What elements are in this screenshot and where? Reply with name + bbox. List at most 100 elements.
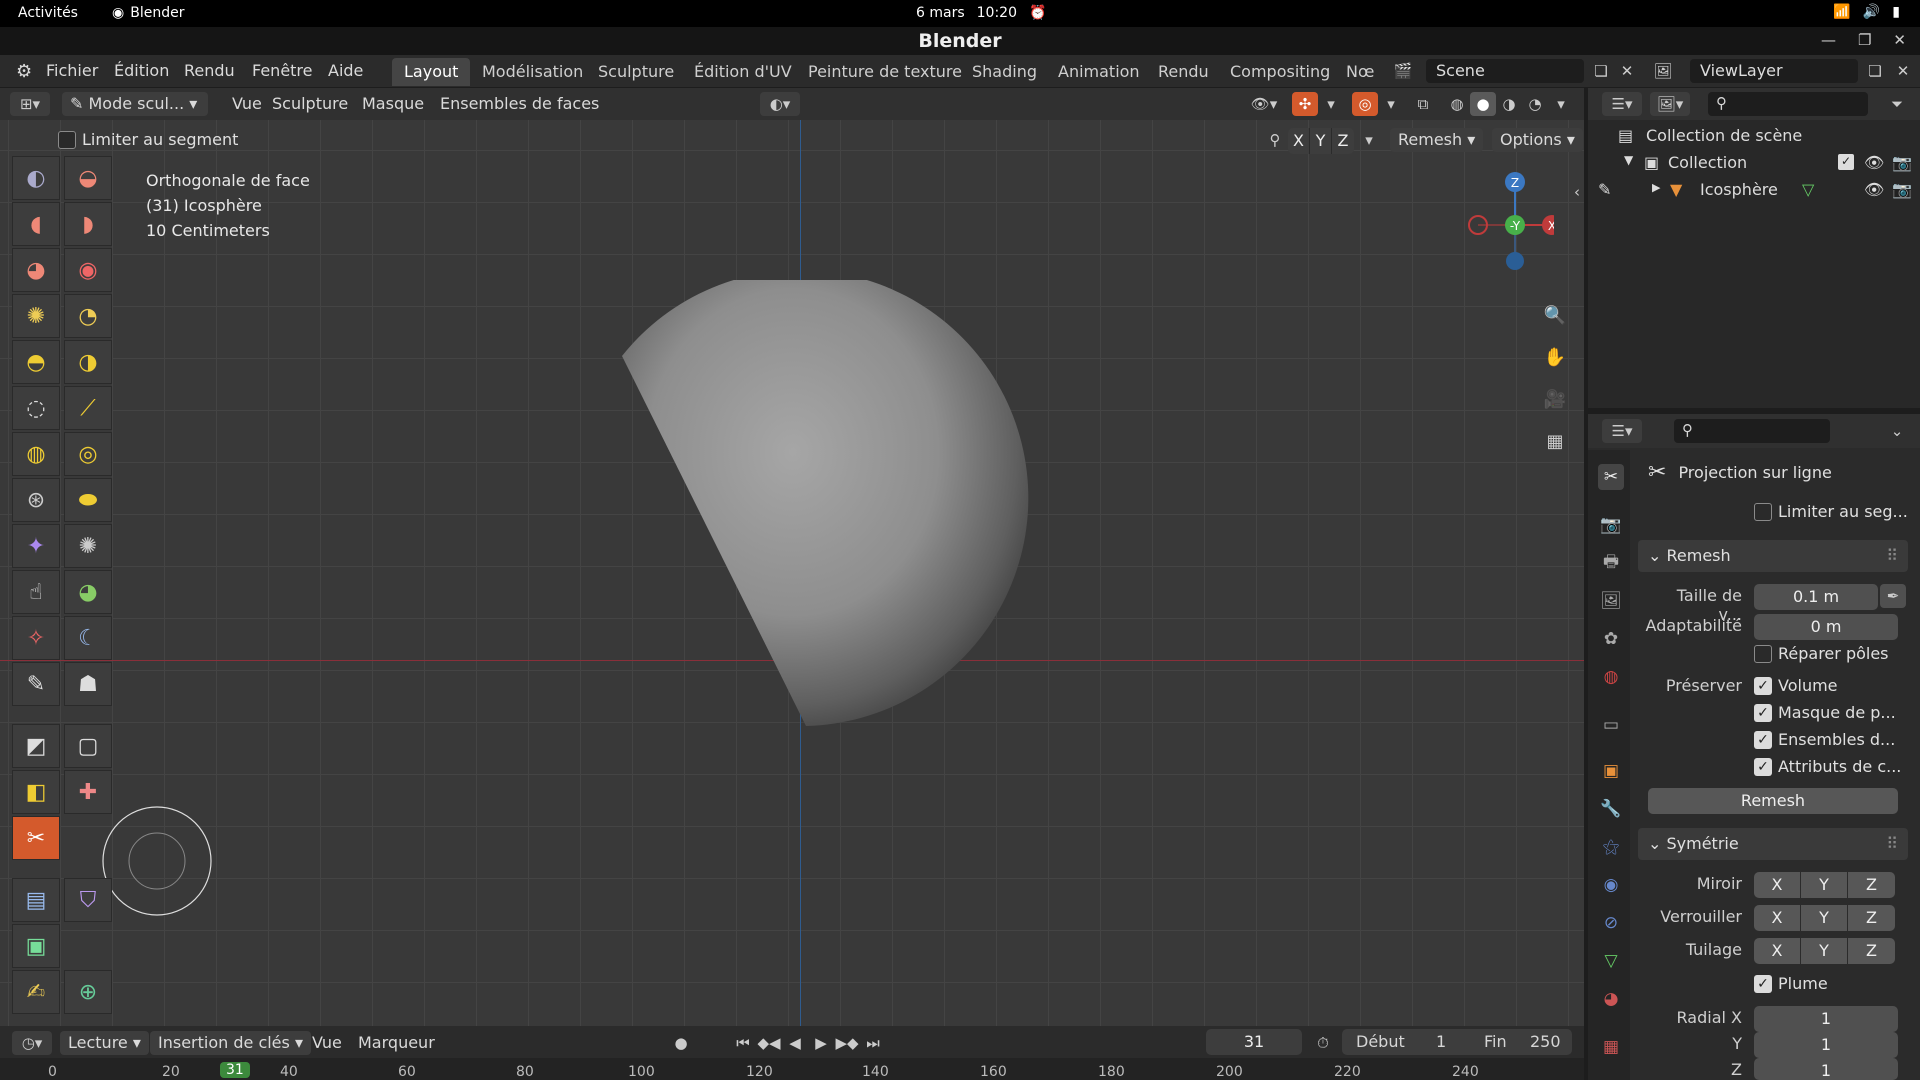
particles-tab-icon[interactable]: ⚝ [1598,834,1624,860]
prev-keyframe-icon[interactable]: ◆◀ [756,1031,782,1055]
tiling-axes[interactable]: X Y Z [1754,938,1895,964]
view-layer-tab-icon[interactable]: 🖼 [1598,588,1624,614]
gizmo-toggle-icon[interactable]: ✣ [1292,92,1318,116]
overlay-dropdown-icon[interactable]: ▾ [1378,92,1404,116]
tab-modelisation[interactable]: Modélisation [470,58,595,86]
preserve-facesets-checkbox[interactable]: ✓ Ensembles d... [1754,730,1895,749]
tool-blob[interactable]: ◔ [64,294,112,338]
tool-slide-relax[interactable]: ✎ [12,662,60,706]
tool-grab[interactable]: ⬬ [64,478,112,522]
tool-draw-sharp[interactable]: ◒ [64,156,112,200]
preview-range-icon[interactable]: ⏱ [1310,1031,1336,1055]
current-frame-field[interactable]: 31 [1206,1029,1302,1055]
system-tray[interactable]: 📶 🔊 ▮ [1833,4,1900,20]
display-mode-icon[interactable]: 🖼▾ [1650,92,1690,116]
3d-viewport[interactable]: Limiter au segment ⚲ X Y Z ▾ Remesh ▾ Op… [0,120,1584,1026]
limit-segment-checkbox[interactable]: Limiter au segment [58,130,238,149]
properties-editor-type-icon[interactable]: ☰▾ [1602,419,1642,443]
eye-icon[interactable]: 👁 [1864,153,1884,172]
drag-handle-icon[interactable]: ⠿ [1886,834,1898,853]
render-tab-icon[interactable]: 📷 [1598,512,1624,538]
tool-box-hide[interactable]: ◧ [12,770,60,814]
tab-rendu[interactable]: Rendu [1146,58,1221,86]
tool-pose[interactable]: ◕ [64,570,112,614]
menu-aide[interactable]: Aide [322,59,369,82]
render-camera-icon[interactable]: 📷 [1892,180,1912,199]
menu-vue[interactable]: Vue [224,92,270,116]
tiling-z-button[interactable]: Z [1848,938,1895,964]
physics-tab-icon[interactable]: ◉ [1598,872,1624,898]
tool-multiplane[interactable]: ◎ [64,432,112,476]
tool-nudge[interactable]: ✧ [12,616,60,660]
tab-compositing[interactable]: Compositing [1218,58,1342,86]
play-icon[interactable]: ▶ [808,1031,834,1055]
outliner-row-collection[interactable]: ▼ ▣ Collection ✓ 👁 📷 [1588,151,1920,175]
eyedropper-icon[interactable]: ✒ [1880,584,1906,608]
tool-scrape[interactable]: ◍ [12,432,60,476]
scene-tab-icon[interactable]: ✿ [1598,626,1624,652]
radial-z-field[interactable]: 1 [1754,1058,1898,1080]
wireframe-shading-icon[interactable]: ◍ [1444,92,1470,116]
mode-selector[interactable]: ✎ Mode scul... ▾ [62,92,208,116]
filter-icon[interactable]: ⏷ [1884,92,1910,116]
tool-elastic[interactable]: ✦ [12,524,60,568]
frame-range[interactable]: Début 1 Fin 250 [1342,1029,1572,1055]
app-menu[interactable]: ◉ Blender [112,5,184,21]
next-keyframe-icon[interactable]: ▶◆ [834,1031,860,1055]
material-shading-icon[interactable]: ◑ [1496,92,1522,116]
xray-icon[interactable]: ⧉ [1410,92,1436,116]
start-frame-field[interactable]: 1 [1436,1032,1446,1051]
tab-layout[interactable]: Layout [392,58,471,86]
jump-end-icon[interactable]: ⏭ [860,1031,886,1055]
icosphere-mesh[interactable] [560,280,1060,800]
tool-cloth-filter[interactable]: ⛉ [64,878,112,922]
viewlayer-field[interactable]: ViewLayer [1690,59,1858,83]
tool-flatten[interactable]: ◌ [12,386,60,430]
tool-box-face-set[interactable]: ✚ [64,770,112,814]
lock-y-button[interactable]: Y [1801,905,1848,931]
navigation-gizmo[interactable]: Z X -Y [1454,160,1554,280]
remesh-dropdown[interactable]: Remesh ▾ [1390,128,1484,152]
menu-masque[interactable]: Masque [354,92,432,116]
options-dropdown[interactable]: Options ▾ [1492,128,1583,152]
tool-draw[interactable]: ◐ [12,156,60,200]
scene-field[interactable]: Scene [1426,59,1584,83]
outliner-search[interactable]: ⚲ [1708,92,1868,116]
lock-z-button[interactable]: Z [1848,905,1895,931]
tab-sculpture[interactable]: Sculpture [586,58,686,86]
tab-animation[interactable]: Animation [1046,58,1152,86]
menu-ensembles-de-faces[interactable]: Ensembles de faces [432,92,607,116]
tool-clay[interactable]: ◖ [12,202,60,246]
tab-edition-uv[interactable]: Édition d'UV [682,58,804,86]
timeline-menu-vue[interactable]: Vue [304,1031,350,1055]
shading-dropdown-icon[interactable]: ▾ [1548,92,1574,116]
limit-segment-checkbox-panel[interactable]: Limiter au seg... [1754,502,1908,521]
preserve-mask-checkbox[interactable]: ✓ Masque de p... [1754,703,1896,722]
menu-edition[interactable]: Édition [108,59,175,82]
tool-thumb[interactable]: ☝ [12,570,60,614]
visibility-icon[interactable]: 👁▾ [1244,92,1284,116]
tool-boundary[interactable]: ☗ [64,662,112,706]
end-frame-field[interactable]: 250 [1530,1032,1561,1051]
tool-tab-icon[interactable]: ✂ [1598,464,1624,490]
mirror-x-button[interactable]: X [1754,872,1801,898]
tool-crease[interactable]: ◓ [12,340,60,384]
outliner-row-icosphere[interactable]: ✎ ▶ ▼ Icosphère ▽ 👁 📷 [1588,178,1920,202]
output-tab-icon[interactable]: 🖶 [1598,550,1624,576]
mirror-axes[interactable]: X Y Z [1754,872,1895,898]
properties-search[interactable]: ⚲ [1674,419,1830,443]
timeline-editor-type-icon[interactable]: ◷▾ [12,1031,52,1055]
eye-icon[interactable]: 👁 [1864,180,1884,199]
tool-inflate[interactable]: ✺ [12,294,60,338]
symmetry-icon[interactable]: ⚲ [1262,128,1288,152]
viewlayer-selector-icon[interactable]: 🖼 [1650,59,1676,83]
blender-logo-icon[interactable]: ⚙ [10,59,38,84]
lock-axes[interactable]: X Y Z [1754,905,1895,931]
feather-checkbox[interactable]: ✓ Plume [1754,974,1828,993]
collection-tab-icon[interactable]: ▭ [1598,712,1624,738]
record-icon[interactable]: ● [668,1031,694,1055]
voxel-size-field[interactable]: 0.1 m [1754,584,1878,610]
symmetry-axes[interactable]: X Y Z [1288,128,1354,154]
tool-snake-hook[interactable]: ✺ [64,524,112,568]
new-scene-icon[interactable]: ❏ [1588,59,1614,83]
